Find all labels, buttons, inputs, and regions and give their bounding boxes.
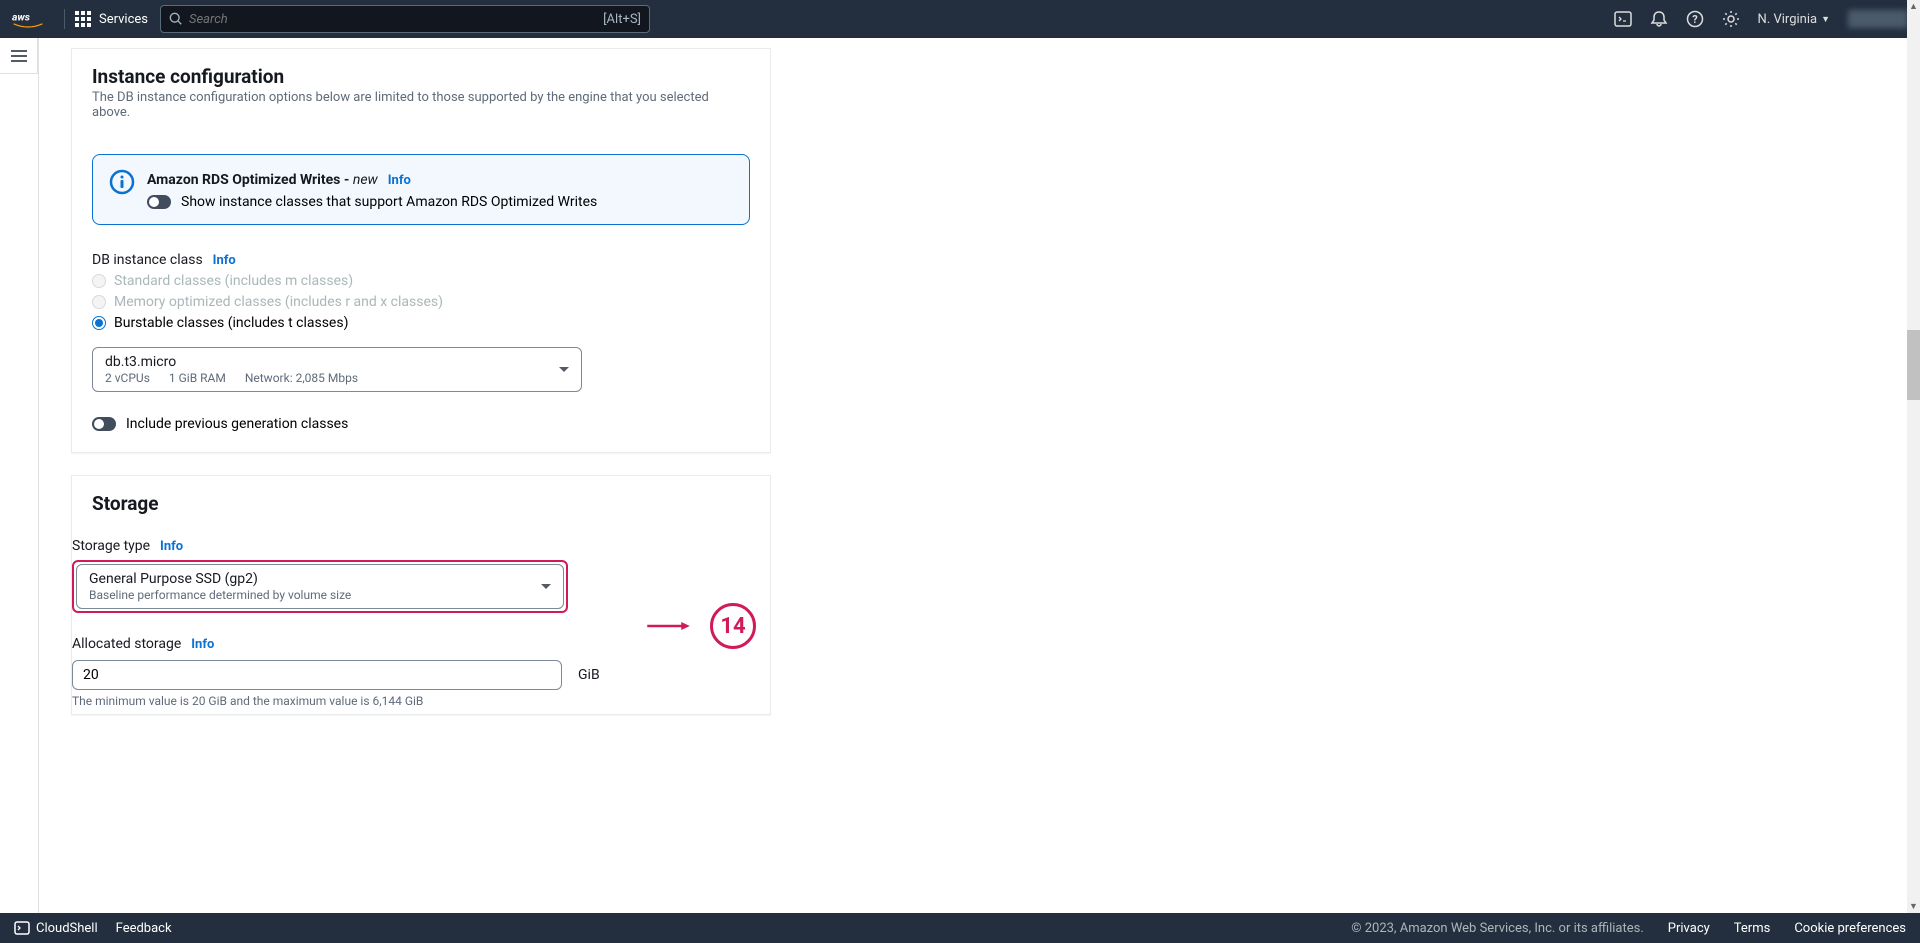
storage-type-sub: Baseline performance determined by volum… [89, 588, 351, 602]
allocated-storage-label: Allocated storage [72, 636, 181, 652]
services-label: Services [99, 12, 148, 27]
divider [64, 9, 65, 29]
instance-selected-name: db.t3.micro [105, 354, 374, 370]
instance-vcpu: 2 vCPUs [105, 371, 150, 385]
storage-type-highlight: General Purpose SSD (gp2) Baseline perfo… [72, 560, 568, 613]
feedback-button[interactable]: Feedback [116, 921, 172, 936]
svg-text:aws: aws [12, 11, 30, 24]
chevron-down-icon [559, 367, 569, 372]
copyright: © 2023, Amazon Web Services, Inc. or its… [1351, 921, 1644, 936]
allocated-storage-input[interactable] [72, 660, 562, 690]
optimized-writes-alert: Amazon RDS Optimized Writes - new Info S… [92, 154, 750, 225]
radio-memory [92, 295, 106, 309]
top-navigation: aws Services [Alt+S] ? N. Virginia ▼ [0, 0, 1920, 38]
search-input[interactable] [189, 12, 603, 27]
radio-standard-label: Standard classes (includes m classes) [114, 273, 353, 289]
chevron-down-icon [541, 584, 551, 589]
grid-icon [75, 11, 91, 27]
region-label: N. Virginia [1758, 12, 1818, 27]
radio-burstable[interactable] [92, 316, 106, 330]
instance-config-subtitle: The DB instance configuration options be… [92, 90, 750, 120]
radio-burstable-label: Burstable classes (includes t classes) [114, 315, 348, 331]
optimized-writes-toggle[interactable] [147, 195, 171, 209]
cloudshell-icon[interactable] [1614, 10, 1632, 28]
cloudshell-button[interactable]: CloudShell [14, 920, 98, 936]
storage-title: Storage [92, 492, 750, 515]
storage-type-select[interactable]: General Purpose SSD (gp2) Baseline perfo… [76, 564, 564, 609]
sidebar-toggle[interactable] [0, 38, 38, 74]
privacy-link[interactable]: Privacy [1668, 921, 1710, 936]
info-link[interactable]: Info [191, 637, 214, 652]
search-shortcut: [Alt+S] [603, 12, 641, 27]
scroll-up-arrow[interactable]: ▲ [1907, 0, 1920, 13]
notifications-icon[interactable] [1650, 10, 1668, 28]
instance-config-title: Instance configuration [92, 65, 750, 88]
instance-configuration-panel: Instance configuration The DB instance c… [71, 48, 771, 453]
info-link[interactable]: Info [213, 253, 236, 268]
chevron-down-icon: ▼ [1821, 14, 1830, 25]
db-instance-class-label: DB instance class [92, 252, 203, 268]
services-menu[interactable]: Services [75, 11, 148, 27]
storage-type-label: Storage type [72, 538, 150, 554]
scrollbar-track[interactable] [1907, 0, 1920, 943]
terms-link[interactable]: Terms [1734, 921, 1771, 936]
previous-gen-label: Include previous generation classes [126, 416, 348, 432]
cookie-preferences-link[interactable]: Cookie preferences [1794, 921, 1906, 936]
storage-panel: Storage Storage type Info General Purpos… [71, 475, 771, 715]
radio-memory-label: Memory optimized classes (includes r and… [114, 294, 443, 310]
help-icon[interactable]: ? [1686, 10, 1704, 28]
new-badge: new [353, 172, 378, 188]
settings-icon[interactable] [1722, 10, 1740, 28]
optimized-writes-toggle-label: Show instance classes that support Amazo… [181, 194, 597, 210]
info-icon [109, 169, 135, 210]
cloudshell-label: CloudShell [36, 921, 98, 936]
region-selector[interactable]: N. Virginia ▼ [1758, 12, 1830, 27]
radio-standard [92, 274, 106, 288]
aws-logo[interactable]: aws [12, 9, 44, 29]
instance-network: Network: 2,085 Mbps [245, 371, 358, 385]
info-link[interactable]: Info [160, 539, 183, 554]
storage-type-value: General Purpose SSD (gp2) [89, 571, 351, 587]
instance-ram: 1 GiB RAM [169, 371, 226, 385]
optimized-writes-title: Amazon RDS Optimized Writes - [147, 172, 353, 188]
global-search[interactable]: [Alt+S] [160, 5, 650, 33]
previous-gen-toggle[interactable] [92, 417, 116, 431]
storage-unit: GiB [578, 667, 600, 683]
storage-min-max-text: The minimum value is 20 GiB and the maxi… [72, 694, 770, 708]
feedback-label: Feedback [116, 921, 172, 936]
account-menu[interactable] [1848, 10, 1908, 28]
search-icon [169, 12, 183, 26]
main-content: Instance configuration The DB instance c… [38, 38, 1920, 913]
scroll-down-arrow[interactable]: ▼ [1907, 900, 1920, 913]
footer: CloudShell Feedback © 2023, Amazon Web S… [0, 913, 1920, 943]
hamburger-icon [11, 50, 27, 62]
scrollbar-thumb[interactable] [1907, 330, 1920, 400]
instance-class-select[interactable]: db.t3.micro 2 vCPUs 1 GiB RAM Network: 2… [92, 347, 582, 392]
info-link[interactable]: Info [388, 173, 411, 188]
svg-text:?: ? [1692, 13, 1698, 26]
